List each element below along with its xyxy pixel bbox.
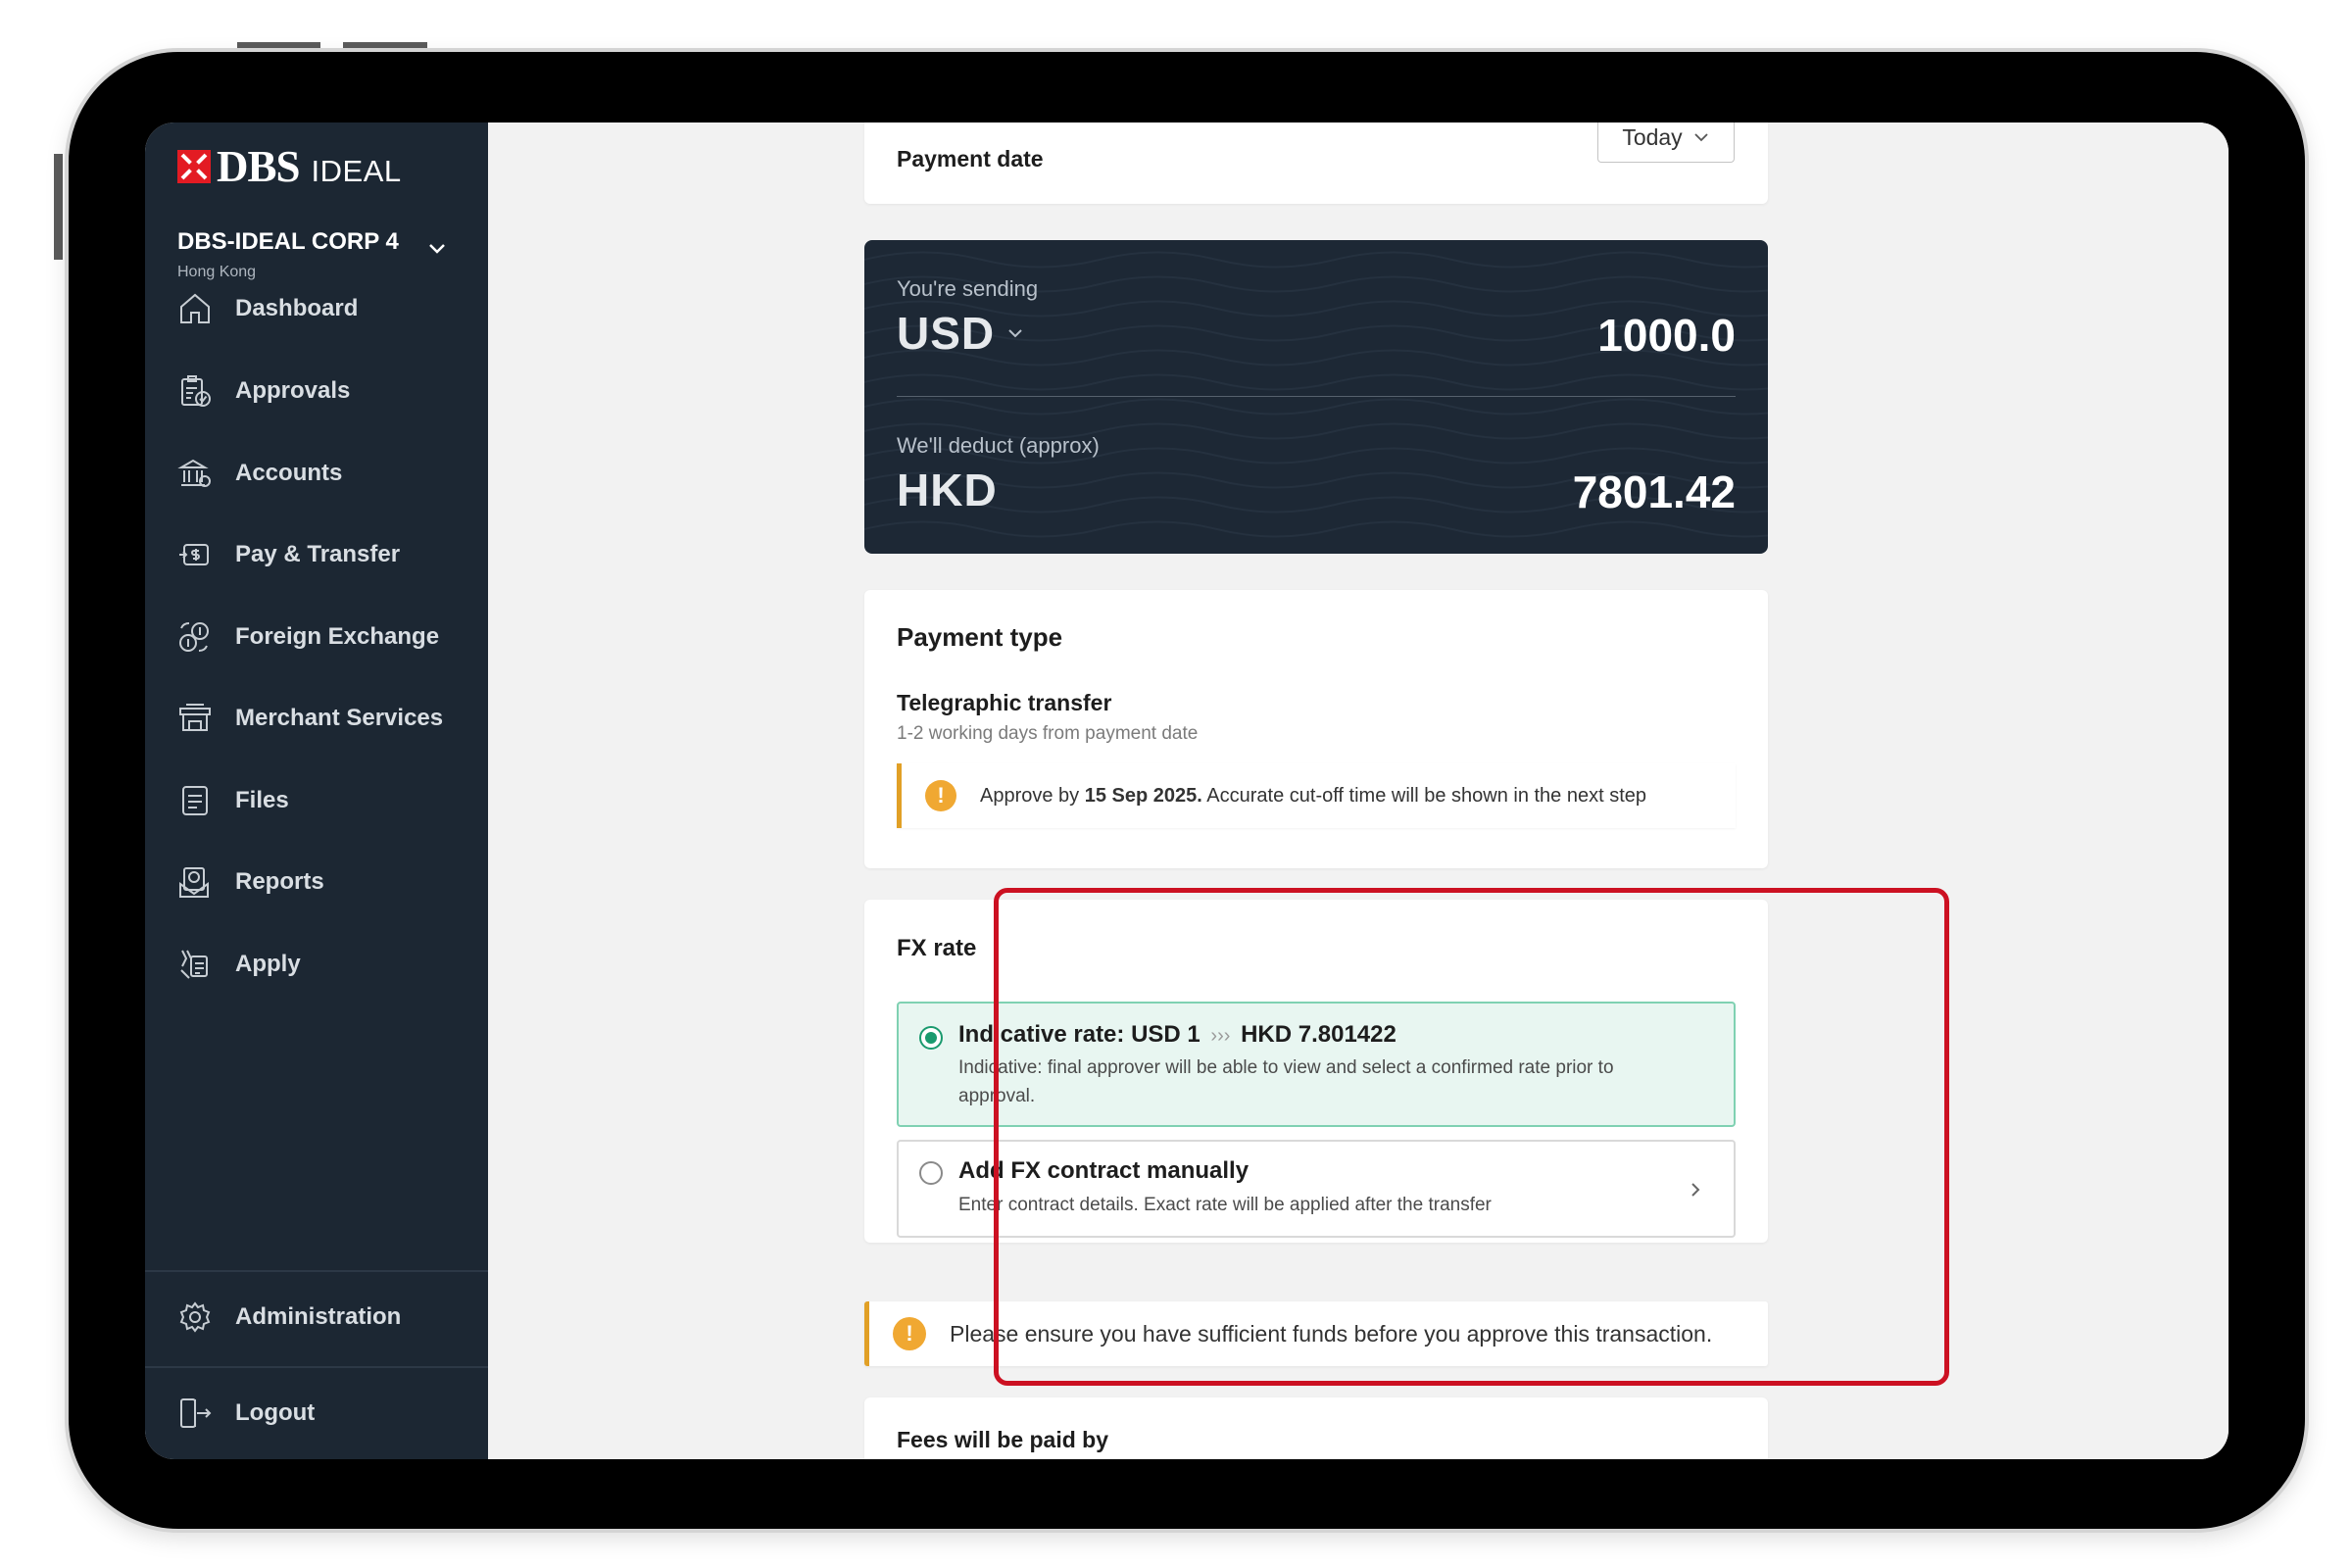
funds-warning-text: Please ensure you have sufficient funds … (950, 1320, 1713, 1347)
indicative-rate-description: Indicative: final approver will be able … (958, 1054, 1614, 1110)
sidebar-item-dashboard[interactable]: Dashboard (145, 279, 488, 338)
tablet-frame: DBS IDEAL DBS-IDEAL CORP 4 Hong Kong Das… (69, 52, 2305, 1529)
manual-contract-description: Enter contract details. Exact rate will … (958, 1195, 1492, 1215)
sidebar-item-apply[interactable]: Apply (145, 935, 488, 994)
sidebar-divider (145, 1270, 488, 1272)
sidebar-item-label: Dashboard (235, 295, 359, 321)
sidebar-item-label: Logout (235, 1399, 316, 1426)
volume-button (237, 42, 320, 51)
sidebar-item-approvals[interactable]: Approvals (145, 362, 488, 420)
notice-suffix: Accurate cut-off time will be shown in t… (1201, 784, 1647, 807)
payment-date-label: Payment date (897, 146, 1044, 172)
fx-option-manual[interactable]: Add FX contract manually Enter contract … (897, 1140, 1736, 1238)
sidebar-item-reports[interactable]: Reports (145, 853, 488, 911)
sidebar-item-label: Accounts (235, 460, 343, 486)
payment-type-heading: Payment type (897, 622, 1063, 652)
chevron-down-icon (1008, 329, 1022, 338)
chevron-down-icon[interactable] (426, 238, 448, 260)
report-icon (179, 867, 209, 898)
sidebar-item-files[interactable]: Files (145, 771, 488, 830)
payment-timing: 1-2 working days from payment date (897, 723, 1199, 744)
payment-date-select[interactable]: Today (1597, 122, 1735, 163)
file-icon (182, 786, 208, 815)
deduct-label: We'll deduct (approx) (897, 433, 1100, 458)
rate-from: Indicative rate: USD 1 (958, 1021, 1200, 1048)
warning-icon: ! (893, 1317, 926, 1350)
sidebar-item-label: Administration (235, 1303, 402, 1330)
payment-method: Telegraphic transfer (897, 690, 1112, 715)
deduct-amount: 7801.42 (1572, 466, 1736, 517)
gear-icon (179, 1301, 211, 1333)
bank-icon (177, 459, 211, 487)
screen: DBS IDEAL DBS-IDEAL CORP 4 Hong Kong Das… (145, 122, 2229, 1459)
desc-line: Indicative: final approver will be able … (958, 1057, 1614, 1078)
warning-icon: ! (925, 780, 956, 811)
indicative-rate-title: Indicative rate: USD 1 ››› HKD 7.801422 (958, 1021, 1396, 1049)
manual-contract-title: Add FX contract manually (958, 1157, 1250, 1184)
chevron-right-icon (1691, 1183, 1700, 1197)
sending-label: You're sending (897, 276, 1039, 301)
sidebar-item-pay-transfer[interactable]: Pay & Transfer (145, 525, 488, 584)
notice-prefix: Approve by (980, 784, 1085, 807)
rate-to: HKD 7.801422 (1241, 1021, 1396, 1048)
approval-notice-text: Approve by 15 Sep 2025. Accurate cut-off… (980, 785, 1646, 808)
company-name: DBS-IDEAL CORP 4 (177, 228, 399, 255)
sidebar-item-merchant-services[interactable]: Merchant Services (145, 689, 488, 748)
fx-icon (179, 622, 209, 652)
arrows-icon: ››› (1210, 1025, 1231, 1047)
merchant-icon (179, 704, 211, 731)
sidebar-item-label: Merchant Services (235, 705, 444, 731)
sidebar-divider (145, 1366, 488, 1368)
sidebar: DBS IDEAL DBS-IDEAL CORP 4 Hong Kong Das… (145, 122, 488, 1459)
sidebar-item-label: Pay & Transfer (235, 541, 401, 567)
sidebar-item-label: Approvals (235, 377, 351, 404)
company-switcher[interactable]: DBS-IDEAL CORP 4 Hong Kong (177, 228, 399, 281)
logout-icon (180, 1398, 212, 1428)
brand-name: DBS (217, 142, 301, 191)
radio-selected[interactable] (919, 1026, 943, 1050)
power-button (54, 154, 63, 260)
sidebar-item-logout[interactable]: Logout (145, 1384, 488, 1443)
dbs-logo-icon (177, 150, 211, 183)
payment-date-value: Today (1622, 123, 1683, 150)
payment-date-card: Payment date Today (864, 122, 1768, 204)
sidebar-item-label: Reports (235, 868, 324, 895)
product-name: IDEAL (311, 154, 402, 188)
sidebar-item-label: Files (235, 787, 289, 813)
desc-line: approval. (958, 1086, 1036, 1106)
fx-option-indicative[interactable]: Indicative rate: USD 1 ››› HKD 7.801422 … (897, 1002, 1736, 1127)
approval-notice: ! Approve by 15 Sep 2025. Accurate cut-o… (897, 763, 1736, 828)
funds-warning: ! Please ensure you have sufficient fund… (864, 1301, 1768, 1366)
dbs-logo[interactable]: DBS IDEAL (177, 142, 402, 191)
main-content: Payment date Today You're sending USD 10… (488, 122, 2229, 1459)
sidebar-item-accounts[interactable]: Accounts (145, 444, 488, 503)
apply-icon (180, 950, 208, 979)
notice-date: 15 Sep 2025. (1084, 784, 1202, 807)
sending-amount[interactable]: 1000.0 (1597, 309, 1736, 362)
home-icon (180, 293, 210, 323)
approvals-icon (181, 375, 211, 407)
sidebar-item-label: Apply (235, 951, 301, 977)
sending-currency-select[interactable]: USD (897, 307, 1024, 360)
radio-unselected[interactable] (919, 1161, 943, 1185)
fees-label: Fees will be paid by (897, 1427, 1109, 1452)
pay-transfer-icon (179, 544, 209, 565)
payment-type-card: Payment type Telegraphic transfer 1-2 wo… (864, 590, 1768, 868)
sidebar-item-label: Foreign Exchange (235, 623, 440, 650)
sidebar-item-foreign-exchange[interactable]: Foreign Exchange (145, 608, 488, 666)
chevron-down-icon (1694, 133, 1708, 142)
deduct-currency: HKD (897, 465, 998, 515)
fx-rate-card: FX rate Indicative rate: USD 1 ››› HKD 7… (864, 900, 1768, 1243)
fx-rate-heading: FX rate (897, 935, 977, 961)
sending-summary-card: You're sending USD 1000.0 We'll deduct (… (864, 240, 1768, 554)
sending-currency: USD (897, 308, 996, 359)
volume-button (343, 42, 427, 51)
sidebar-item-administration[interactable]: Administration (145, 1288, 488, 1347)
sending-divider (897, 396, 1736, 397)
fees-card: Fees will be paid by (864, 1397, 1768, 1459)
